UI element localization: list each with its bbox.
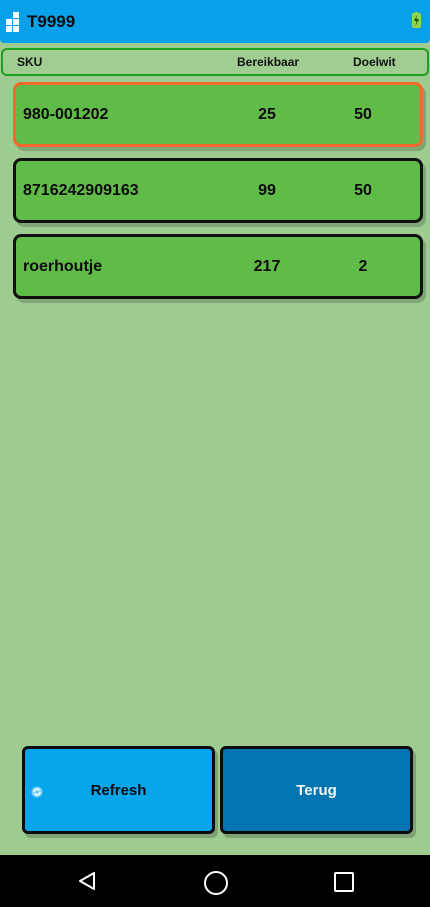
- cell-available: 217: [253, 258, 281, 275]
- cell-available: 25: [258, 106, 276, 123]
- system-navigation-bar: [0, 855, 430, 907]
- cell-target: 2: [358, 258, 368, 275]
- table-header: SKU Bereikbaar Doelwit: [1, 48, 429, 76]
- cell-target: 50: [354, 182, 372, 199]
- battery-charging-icon: [412, 12, 421, 28]
- cell-sku: 980-001202: [23, 106, 109, 123]
- header-sku: SKU: [17, 55, 43, 69]
- refresh-button[interactable]: Refresh: [22, 746, 215, 834]
- cell-target: 50: [354, 106, 372, 123]
- refresh-button-label: Refresh: [90, 781, 147, 799]
- cell-sku: 8716242909163: [23, 182, 139, 199]
- cell-available: 99: [258, 182, 276, 199]
- app-header-bar: T9999: [0, 0, 430, 43]
- recent-apps-square-icon[interactable]: [334, 872, 354, 892]
- refresh-icon: [31, 786, 43, 798]
- table-row[interactable]: 980-001202 25 50: [13, 82, 423, 147]
- header-target: Doelwit: [353, 55, 396, 69]
- table-row[interactable]: 8716242909163 99 50: [13, 158, 423, 223]
- app-logo-icon: [6, 12, 19, 32]
- header-available: Bereikbaar: [237, 55, 300, 69]
- cell-sku: roerhoutje: [23, 258, 103, 275]
- app-title: T9999: [27, 12, 76, 31]
- back-triangle-icon[interactable]: [77, 871, 97, 891]
- back-button[interactable]: Terug: [220, 746, 413, 834]
- home-circle-icon[interactable]: [204, 871, 228, 895]
- table-row[interactable]: roerhoutje 217 2: [13, 234, 423, 299]
- back-button-label: Terug: [296, 781, 337, 799]
